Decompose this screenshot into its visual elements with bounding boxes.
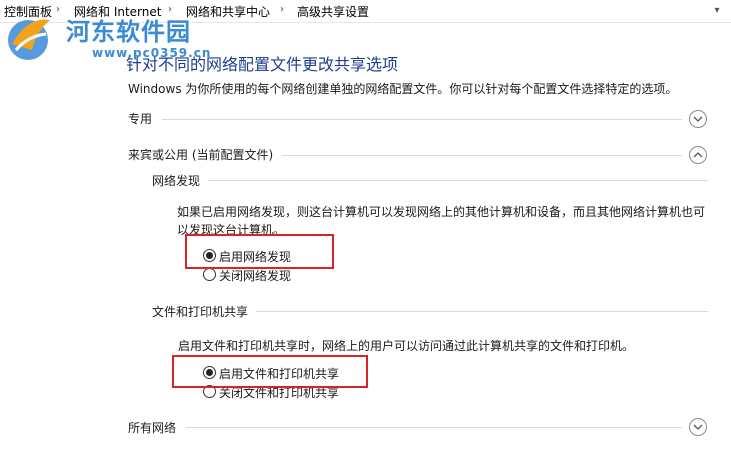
section-divider xyxy=(282,155,682,156)
expand-chevron-down-icon[interactable] xyxy=(689,418,707,436)
page-title: 针对不同的网络配置文件更改共享选项 xyxy=(126,55,399,74)
expand-chevron-down-icon[interactable] xyxy=(689,110,707,128)
radio-label[interactable]: 关闭网络发现 xyxy=(219,267,291,284)
watermark-text: 河东软件园 xyxy=(66,18,191,46)
radio-unchecked-icon[interactable] xyxy=(203,268,216,281)
section-all-networks-label[interactable]: 所有网络 xyxy=(128,419,176,436)
highlight-box xyxy=(172,355,368,388)
subsection-divider xyxy=(256,311,708,312)
subsection-divider xyxy=(208,180,708,181)
breadcrumb-dropdown-icon[interactable]: ▾ xyxy=(708,2,726,20)
breadcrumb-separator-icon[interactable]: › xyxy=(280,4,284,15)
section-private-label[interactable]: 专用 xyxy=(128,110,152,127)
network-discovery-heading: 网络发现 xyxy=(152,174,201,188)
section-guest-public-label[interactable]: 来宾或公用 (当前配置文件) xyxy=(128,146,273,163)
watermark-logo-icon xyxy=(8,19,50,60)
page-description: Windows 为你所使用的每个网络创建单独的网络配置文件。你可以针对每个配置文… xyxy=(128,82,678,96)
file-printer-sharing-heading: 文件和打印机共享 xyxy=(152,305,249,319)
file-printer-sharing-description: 启用文件和打印机共享时，网络上的用户可以访问通过此计算机共享的文件和打印机。 xyxy=(178,339,635,353)
highlight-box xyxy=(185,234,334,269)
collapse-chevron-up-icon[interactable] xyxy=(689,146,707,164)
breadcrumb-item-advanced-sharing[interactable]: 高级共享设置 xyxy=(297,3,369,20)
section-divider xyxy=(186,427,682,428)
breadcrumb-item-network-sharing-center[interactable]: 网络和共享中心 xyxy=(186,3,270,20)
section-divider xyxy=(162,119,682,120)
